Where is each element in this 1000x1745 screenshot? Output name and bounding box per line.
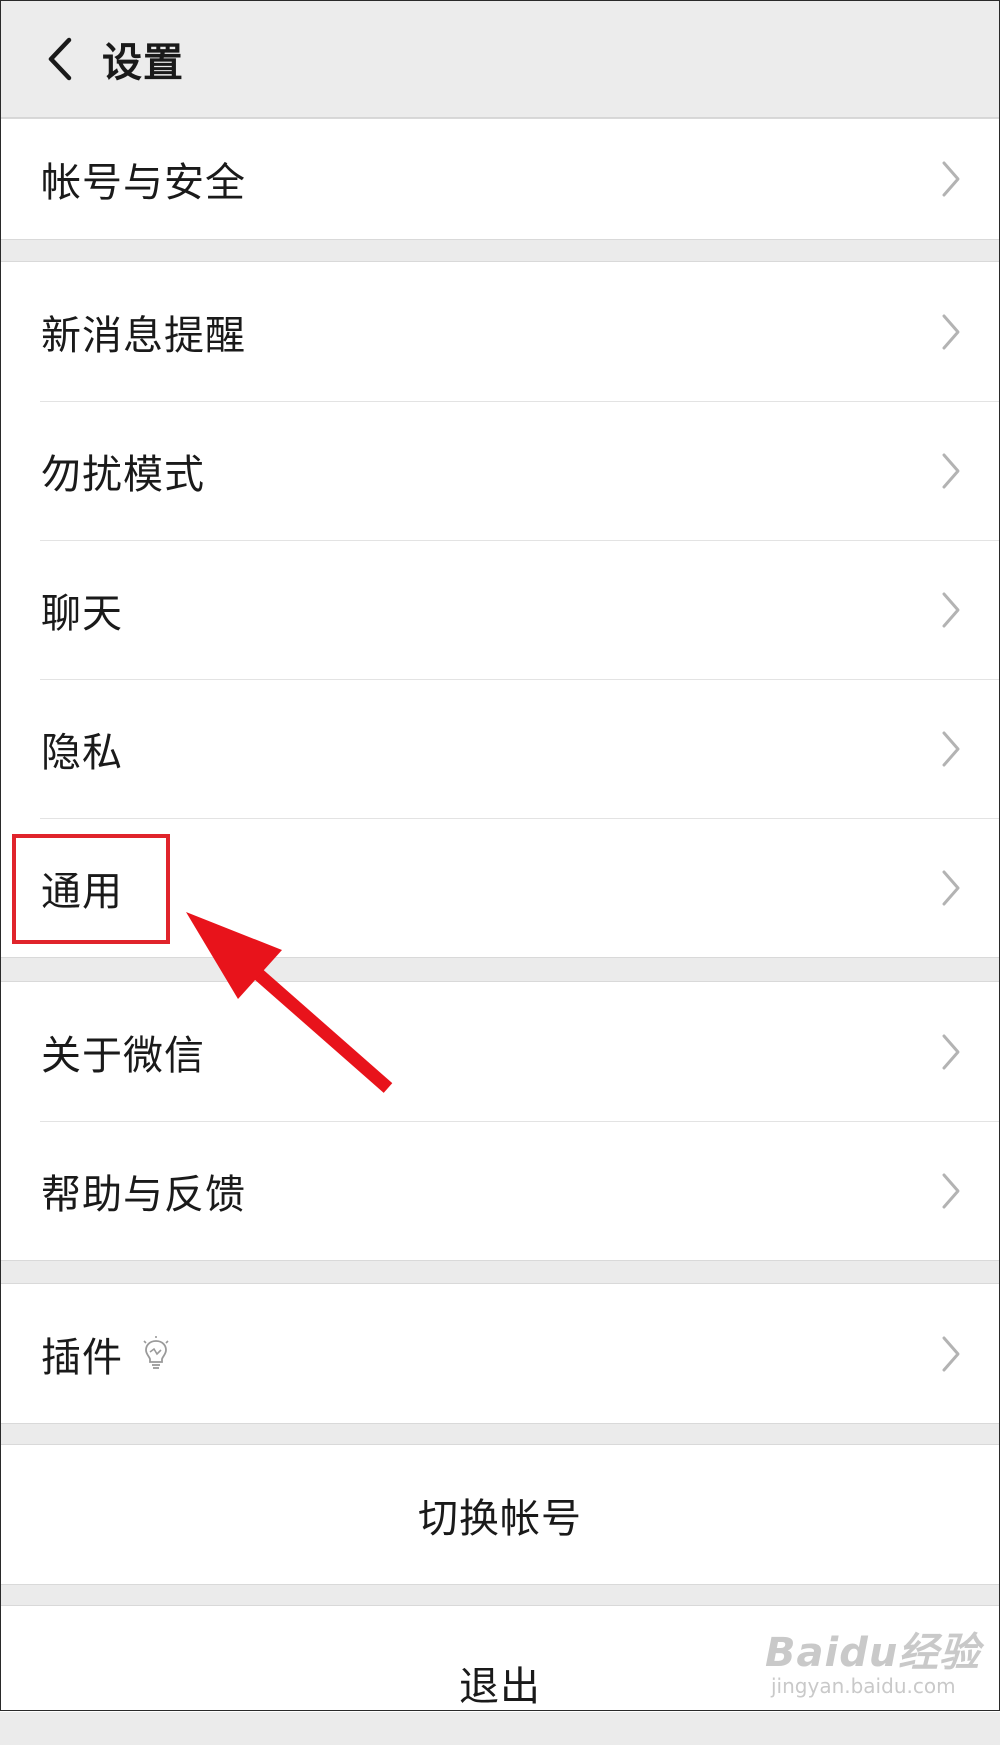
settings-item-chat[interactable]: 聊天 bbox=[0, 540, 1000, 679]
page-title: 设置 bbox=[102, 39, 184, 86]
chevron-right-icon bbox=[942, 161, 960, 197]
settings-group-account: 帐号与安全 bbox=[0, 118, 1000, 240]
settings-item-label: 帮助与反馈 bbox=[41, 1171, 246, 1218]
chevron-right-icon bbox=[942, 1173, 960, 1208]
settings-item-general[interactable]: 通用 bbox=[0, 818, 1000, 957]
settings-item-label: 插件 bbox=[41, 1334, 123, 1381]
lightbulb-icon bbox=[143, 1335, 169, 1369]
logout-button[interactable]: 退出 bbox=[0, 1606, 1000, 1745]
settings-item-privacy[interactable]: 隐私 bbox=[0, 679, 1000, 818]
chevron-right-icon bbox=[942, 1034, 960, 1069]
chevron-right-icon bbox=[942, 1336, 960, 1371]
settings-item-notifications[interactable]: 新消息提醒 bbox=[0, 262, 1000, 401]
settings-item-account-security[interactable]: 帐号与安全 bbox=[0, 119, 1000, 239]
back-button[interactable] bbox=[30, 29, 90, 89]
settings-item-about-wechat[interactable]: 关于微信 bbox=[0, 982, 1000, 1121]
settings-item-do-not-disturb[interactable]: 勿扰模式 bbox=[0, 401, 1000, 540]
switch-account-group: 切换帐号 bbox=[0, 1444, 1000, 1585]
chevron-right-icon bbox=[942, 453, 960, 488]
chevron-right-icon bbox=[942, 592, 960, 627]
settings-group-plugins: 插件 bbox=[0, 1283, 1000, 1424]
nav-header: 设置 bbox=[0, 0, 1000, 118]
settings-item-label: 关于微信 bbox=[41, 1032, 205, 1079]
switch-account-label: 切换帐号 bbox=[418, 1495, 582, 1542]
logout-label: 退出 bbox=[459, 1664, 541, 1710]
settings-group-about: 关于微信 帮助与反馈 bbox=[0, 981, 1000, 1261]
switch-account-button[interactable]: 切换帐号 bbox=[0, 1445, 1000, 1584]
settings-group-main: 新消息提醒 勿扰模式 聊天 隐私 通用 bbox=[0, 261, 1000, 958]
settings-item-help-feedback[interactable]: 帮助与反馈 bbox=[0, 1121, 1000, 1260]
settings-item-label: 勿扰模式 bbox=[41, 451, 205, 498]
settings-item-label: 聊天 bbox=[41, 590, 123, 637]
settings-item-label: 隐私 bbox=[41, 729, 123, 776]
chevron-left-icon bbox=[48, 37, 72, 80]
settings-item-label: 通用 bbox=[41, 868, 123, 915]
settings-item-plugins[interactable]: 插件 bbox=[0, 1284, 1000, 1423]
logout-group: 退出 bbox=[0, 1605, 1000, 1712]
chevron-right-icon bbox=[942, 314, 960, 349]
settings-item-label: 新消息提醒 bbox=[41, 312, 246, 359]
chevron-right-icon bbox=[942, 870, 960, 905]
chevron-right-icon bbox=[942, 731, 960, 766]
settings-item-label: 帐号与安全 bbox=[41, 160, 246, 206]
